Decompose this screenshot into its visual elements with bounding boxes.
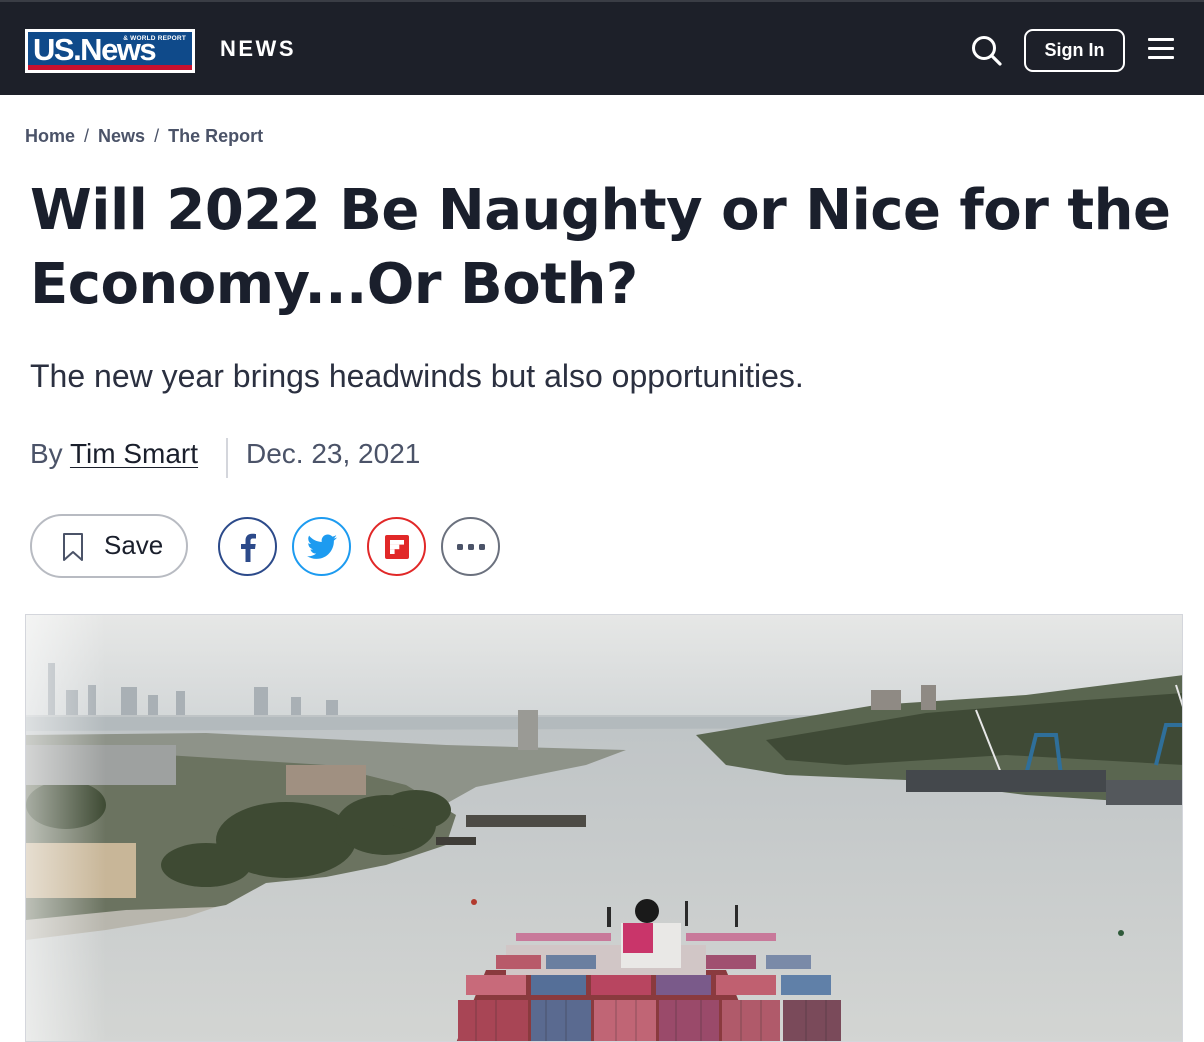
breadcrumb: Home / News / The Report: [25, 126, 263, 147]
share-more-button[interactable]: [441, 517, 500, 576]
twitter-icon: [306, 534, 337, 559]
facebook-icon: [240, 533, 256, 562]
flipboard-icon: [384, 534, 409, 559]
headline-line-1: Will 2022 Be Naughty or Nice for the: [30, 178, 1171, 243]
article-headline: Will 2022 Be Naughty or Nice for the Eco…: [30, 174, 1190, 322]
section-title[interactable]: NEWS: [220, 36, 296, 62]
hamburger-line: [1148, 56, 1174, 59]
save-button[interactable]: Save: [30, 514, 188, 578]
harbor-photo: [26, 615, 1182, 1041]
breadcrumb-separator: /: [154, 126, 160, 146]
breadcrumb-separator: /: [84, 126, 90, 146]
hamburger-menu-button[interactable]: [1148, 38, 1174, 62]
byline-divider: [226, 438, 228, 478]
hero-image: [25, 614, 1183, 1042]
logo-red-stripe: [28, 65, 192, 70]
breadcrumb-the-report[interactable]: The Report: [168, 126, 263, 146]
site-header: US.News & WORLD REPORT NEWS Sign In: [0, 0, 1204, 95]
logo-subtext: & WORLD REPORT: [123, 35, 186, 42]
bookmark-icon: [63, 533, 83, 561]
share-facebook-button[interactable]: [218, 517, 277, 576]
sign-in-button[interactable]: Sign In: [1024, 29, 1125, 72]
save-label: Save: [104, 530, 164, 560]
search-icon: [972, 36, 1002, 66]
author-link[interactable]: Tim Smart: [70, 438, 198, 469]
hamburger-line: [1148, 47, 1174, 50]
headline-line-2: Economy...Or Both?: [30, 252, 638, 317]
share-twitter-button[interactable]: [292, 517, 351, 576]
hamburger-line: [1148, 38, 1174, 41]
share-flipboard-button[interactable]: [367, 517, 426, 576]
breadcrumb-home[interactable]: Home: [25, 126, 75, 146]
article-subheadline: The new year brings headwinds but also o…: [30, 358, 804, 394]
usnews-logo[interactable]: US.News & WORLD REPORT: [25, 29, 195, 73]
logo-badge: US.News & WORLD REPORT: [28, 32, 192, 70]
search-button[interactable]: [970, 34, 1004, 68]
byline: By Tim Smart: [30, 438, 198, 470]
byline-prefix: By: [30, 438, 63, 469]
breadcrumb-news[interactable]: News: [98, 126, 145, 146]
more-icon: [456, 543, 485, 550]
publish-date: Dec. 23, 2021: [246, 438, 421, 469]
